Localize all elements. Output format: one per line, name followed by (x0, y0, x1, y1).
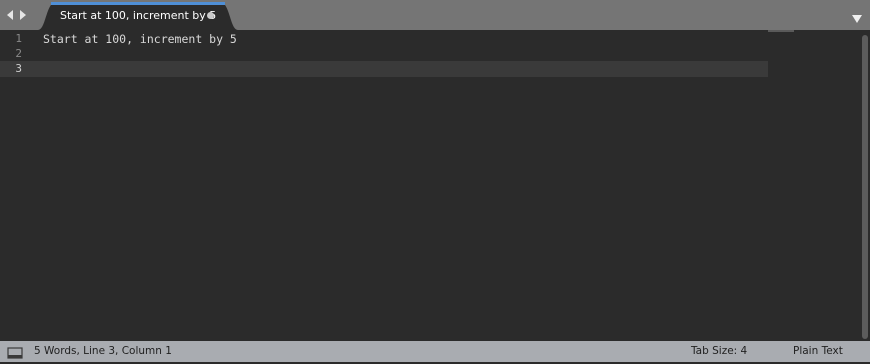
code-line[interactable]: Start at 100, increment by 5 (43, 31, 237, 47)
chevron-right-icon[interactable] (17, 7, 29, 21)
syntax-selector[interactable]: Plain Text (793, 345, 843, 357)
triangle-down-icon[interactable] (851, 9, 863, 23)
line-gutter: 1 2 3 (0, 30, 36, 341)
line-number: 2 (15, 47, 22, 60)
cursor-position-status: 5 Words, Line 3, Column 1 (34, 345, 172, 357)
line-number: 3 (15, 62, 22, 75)
line-number: 1 (15, 32, 22, 45)
tab-size-selector[interactable]: Tab Size: 4 (691, 345, 747, 357)
panel-toggle-icon[interactable] (7, 345, 23, 359)
tab-bar: Start at 100, increment by 5 (0, 0, 870, 30)
minimap-viewport[interactable] (768, 30, 794, 32)
editor-pane[interactable]: 1 2 3 Start at 100, increment by 5 (0, 30, 870, 341)
status-bar: 5 Words, Line 3, Column 1 Tab Size: 4 Pl… (0, 341, 870, 362)
tab-title: Start at 100, increment by 5 (60, 9, 217, 22)
chevron-left-icon[interactable] (4, 7, 16, 21)
unsaved-dot-icon[interactable] (207, 12, 214, 19)
tab-active[interactable]: Start at 100, increment by 5 (38, 2, 238, 30)
vertical-scrollbar[interactable] (862, 35, 868, 339)
current-line-highlight (0, 61, 768, 77)
tab-navigation (4, 7, 30, 21)
